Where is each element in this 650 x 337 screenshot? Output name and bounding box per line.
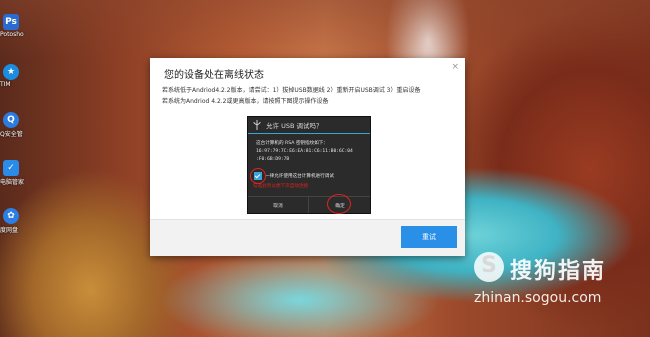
watermark-name: 搜狗指南 [510,259,607,284]
checkbox-highlight-circle [250,168,266,184]
wallpaper [0,0,650,60]
desktop-icon-pc-manager[interactable]: ✓ 电脑管家 [0,160,24,186]
instruction-line-1: 若系统低于Andriod4.2.2版本，请尝试：1）拔掉USB数据线 2）重新开… [162,87,421,94]
fingerprint-line-1: 16:97:79:7C:E6:EA:81:C6:11:B0:6C:04 [256,149,353,154]
cloud-icon: ✿ [3,208,19,224]
dialog-title: 您的设备处在离线状态 [164,70,264,81]
photoshop-icon: Ps [3,14,19,30]
prompt-actions: 取消 确定 [248,196,370,213]
qq-security-icon: Q [3,112,19,128]
desktop-icon-qq-security[interactable]: Q Q安全管 [0,112,24,138]
desktop-icon-label: 度网盘 [0,227,19,234]
sogou-watermark: S 搜狗指南 zhinan.sogou.com [470,250,640,320]
desktop-icon-photoshop[interactable]: Ps Potosho [0,14,24,38]
usb-debug-prompt-image: 允许 USB 调试吗？ 这台计算机的 RSA 密钥指纹如下： 16:97:79:… [247,116,371,214]
desktop-icon-label: TIM [0,81,11,88]
auto-connect-hint: 勾选此项以便下次自动连接 [253,184,309,189]
prompt-title: 允许 USB 调试吗？ [266,122,323,130]
fingerprint-intro: 这台计算机的 RSA 密钥指纹如下： [256,141,328,146]
offline-dialog: 您的设备处在离线状态 × 若系统低于Andriod4.2.2版本，请尝试：1）拔… [150,58,465,256]
dialog-footer: 重试 [150,219,465,256]
desktop-icon-label: Q安全管 [0,131,23,138]
usb-icon [252,120,262,130]
desktop-icon-label: 电脑管家 [0,179,25,186]
close-icon[interactable]: × [451,62,459,72]
prompt-header: 允许 USB 调试吗？ [248,117,370,134]
always-allow-label: 一律允许使用这台计算机进行调试 [265,174,334,179]
sogou-logo-icon: S [474,252,504,282]
watermark-url: zhinan.sogou.com [474,290,602,306]
shield-icon: ✓ [3,160,19,176]
desktop-icon-label: Potosho [0,31,24,38]
retry-button[interactable]: 重试 [401,226,457,248]
ok-highlight-circle [327,194,351,214]
instruction-line-2: 若系统为Andriod 4.2.2或更高版本，请按照下图提示操作设备 [162,98,329,105]
cancel-button[interactable]: 取消 [248,197,309,213]
fingerprint-line-2: :F0:6B:D9:7B [256,157,290,162]
desktop-icon-tim[interactable]: ★ TIM [0,64,24,88]
tim-icon: ★ [3,64,19,80]
desktop-icon-baidu-netdisk[interactable]: ✿ 度网盘 [0,208,24,234]
